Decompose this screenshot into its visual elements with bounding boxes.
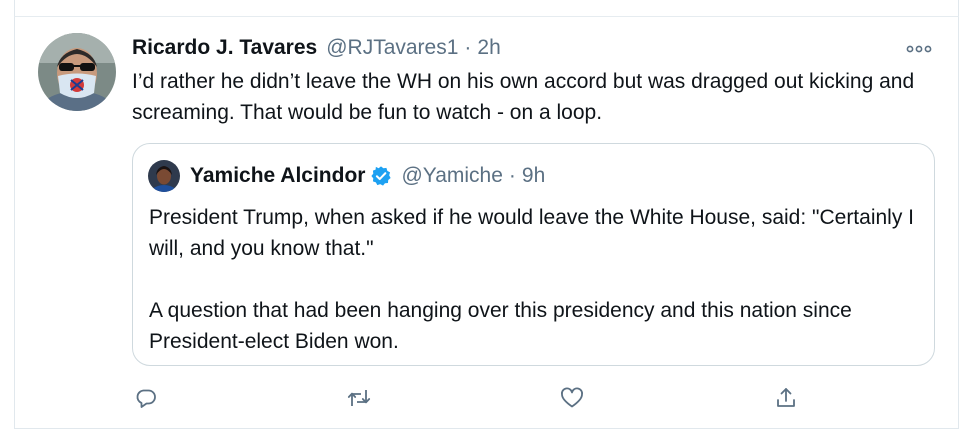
share-icon	[777, 388, 795, 407]
tweet-header: Ricardo J. Tavares @RJTavares1 · 2h	[132, 33, 501, 63]
avatar-image	[38, 33, 116, 111]
quoted-header: Yamiche Alcindor @Yamiche · 9h	[190, 161, 545, 191]
share-button[interactable]	[769, 381, 803, 415]
quoted-tweet-card[interactable]: Yamiche Alcindor @Yamiche · 9h President…	[132, 143, 935, 366]
more-options-button[interactable]	[902, 36, 936, 62]
tweet-timestamp[interactable]: 2h	[477, 36, 500, 60]
quoted-separator-dot: ·	[508, 164, 516, 187]
quoted-paragraph: A question that had been hanging over th…	[149, 299, 852, 353]
separator-dot: ·	[464, 36, 472, 59]
avatar[interactable]	[38, 33, 116, 111]
reply-button[interactable]	[129, 381, 163, 415]
more-horizontal-icon	[906, 45, 932, 53]
verified-badge-icon	[370, 165, 392, 187]
quoted-avatar[interactable]	[148, 160, 180, 192]
author-name[interactable]: Ricardo J. Tavares	[132, 36, 317, 60]
quoted-author-name[interactable]: Yamiche Alcindor	[190, 164, 365, 188]
quoted-author-handle[interactable]: @Yamiche	[401, 164, 502, 188]
quoted-timestamp[interactable]: 9h	[522, 164, 545, 188]
like-icon	[561, 387, 583, 408]
reply-icon	[136, 389, 156, 408]
tweet-actions	[132, 381, 812, 415]
retweet-icon	[347, 390, 371, 406]
previous-tweet-edge	[14, 0, 959, 17]
quoted-avatar-image	[148, 160, 180, 192]
quoted-paragraph: President Trump, when asked if he would …	[149, 206, 915, 260]
like-button[interactable]	[555, 381, 589, 415]
author-handle[interactable]: @RJTavares1	[326, 36, 458, 60]
retweet-button[interactable]	[342, 381, 376, 415]
tweet-text: I’d rather he didn’t leave the WH on his…	[132, 70, 915, 124]
quoted-tweet-text: President Trump, when asked if he would …	[149, 202, 924, 357]
